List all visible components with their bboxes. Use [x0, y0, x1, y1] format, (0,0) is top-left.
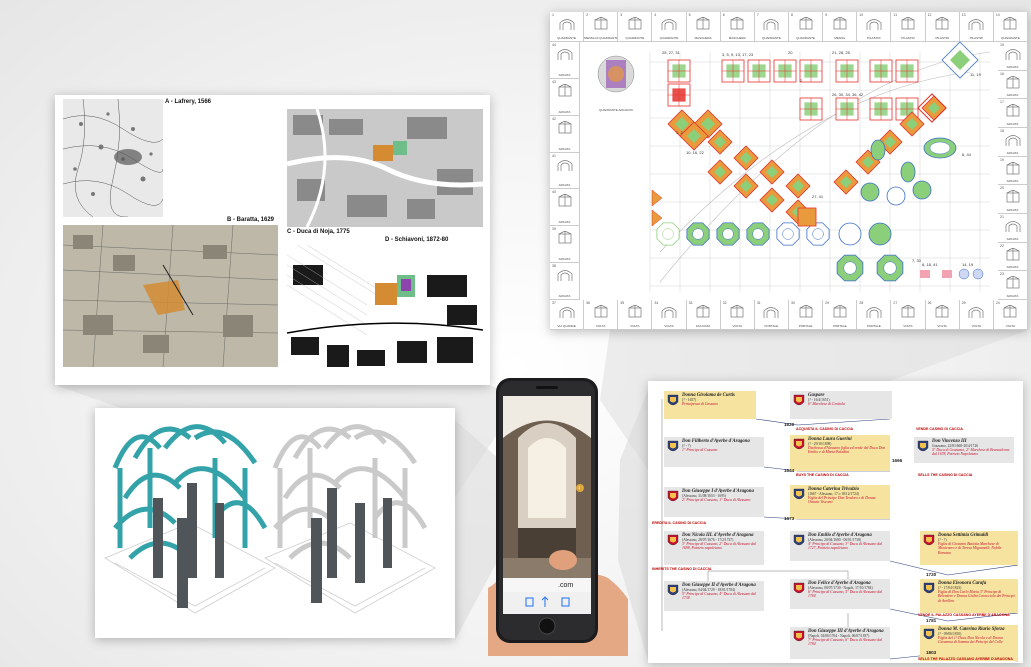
group-label: 2 [800, 78, 803, 83]
map-d-schiavoni [287, 245, 483, 380]
person-title: Principessa di Cassano [682, 402, 718, 406]
person-title: 3° Principe di Cassano, 2° Duca di Aless… [682, 542, 757, 551]
map-b-baratta [63, 225, 278, 367]
vault-elements-sheet: 1 QUADRANTE 2 MENSA DI QUADRANTE 3 QUADRANTE 4… [550, 12, 1028, 330]
person-card[interactable]: Donna Laura Guerini (? - 29/10/1698) Duche… [790, 435, 890, 471]
coat-of-arms-icon [667, 490, 679, 502]
person-card[interactable]: Don Emilio d'Ayerbe d'Aragona (Alessano, … [790, 531, 890, 561]
map-a-engraving [63, 99, 163, 217]
vault-3d-render [95, 408, 455, 638]
map-b-engraving [63, 225, 278, 367]
smartphone: .com 1 [488, 378, 628, 656]
geometry-diagram [649, 41, 991, 292]
person-title: 6° Marchese di Grottola [808, 402, 845, 406]
event-note: SELLS THE CASINO DI CACCIA [918, 473, 973, 477]
person-card[interactable]: Donna M. Caterina Riario Sforza (? - 09/0… [920, 625, 1018, 661]
person-title: 1° Principe di Cassano [682, 448, 718, 452]
person-title: 5° Principe di Cassano, 4° Duca di Aless… [682, 592, 757, 601]
map-a-lafrery [63, 99, 163, 217]
person-card[interactable]: Donna Girolama de Curtis (? - 1657) Princi… [664, 391, 756, 419]
person-title: 7° Principe di Cassano, 6° Duca di Aless… [808, 638, 883, 647]
coat-of-arms-icon [923, 582, 935, 594]
person-title: Figlia del 1° Duca Don Nicola e di Donna… [938, 636, 1003, 645]
person-card[interactable]: Don Giuseppe II d'Ayerbe d'Aragona (Aless… [664, 581, 764, 611]
phone-and-hand [488, 378, 628, 656]
year-marker: 1803 [926, 650, 937, 655]
map-label-b: B - Baratta, 1629 [227, 217, 275, 223]
group-label: 10, 16, 22 [686, 150, 704, 155]
coat-of-arms-icon [923, 534, 935, 546]
browser-url[interactable]: .com [558, 582, 573, 589]
person-title: 6° Principe di Cassano, 5° Duca di Aless… [808, 590, 883, 599]
group-label: 8, 18, 41 [922, 262, 938, 267]
ar-marker-label: 1 [578, 485, 581, 490]
year-marker: 1781 [926, 618, 937, 623]
year-marker: 1620 [784, 422, 795, 427]
event-note: INHERITS THE CASINO DI CACCIA [652, 567, 712, 571]
person-title: Duchessa d'Alessano figlia ed erede del … [808, 446, 886, 455]
year-marker: 1666 [892, 458, 903, 463]
person-card[interactable]: Don Giuseppe III d'Ayerbe d'Aragona (Napo… [790, 627, 890, 659]
person-card[interactable]: Don Filiberto d'Ayerbe d'Aragona (? - ?) 1… [664, 437, 764, 467]
person-card[interactable]: Don Nicola III. d'Ayerbe d'Aragona (Aless… [664, 531, 764, 565]
coat-of-arms-icon [667, 584, 679, 596]
coat-of-arms-icon [923, 628, 935, 640]
person-title: Figlia di Don Carlo Maria 3° Principe di… [938, 590, 1015, 603]
map-c-duca-di-noja [287, 109, 483, 227]
event-note: VENDE IL PALAZZO CASSANO AYERBE D'ARAGON… [918, 613, 1010, 617]
person-title: Figlia del Principe Don Teodoro e di Don… [808, 496, 876, 505]
group-label: 21, 28, 25 [832, 50, 850, 55]
year-marker: 1720 [926, 572, 937, 577]
person-card[interactable]: Don Giuseppe I d'Ayerbe d'Aragona (Alessa… [664, 487, 764, 517]
person-card[interactable]: Donna Caterina Trivulzio (1667 - Alessano… [790, 485, 890, 519]
map-label-c: C - Duca di Noja, 1775 [287, 229, 350, 235]
event-note: SELLS THE PALAZZO CASSANO AYERBE D'ARAGO… [918, 657, 1013, 661]
map-d-plan [287, 245, 483, 380]
coat-of-arms-icon [793, 488, 805, 500]
map-label-d: D - Schiavoni, 1872-80 [385, 237, 449, 243]
person-title: 5° Duca di Grazzano, 2° Marchese di Bran… [932, 448, 1010, 457]
coat-of-arms-icon [667, 534, 679, 546]
coat-of-arms-icon [793, 534, 805, 546]
vault-3d-model-panel [95, 408, 455, 638]
event-note: BUYS THE CASINO DI CACCIA [796, 473, 849, 477]
person-card[interactable]: Donna Settimia Grimaldi (? - ?) Figlia di … [920, 531, 1018, 565]
event-note: ACQUISTA IL CASINO DI CACCIA [796, 427, 854, 431]
person-card[interactable]: Don Felice d'Ayerbe d'Aragona (Alessano, … [790, 579, 890, 609]
group-label: 3, 5, 9, 13, 17, 23 [722, 52, 754, 57]
group-label: 7, 33 [912, 258, 921, 263]
coat-of-arms-icon [793, 438, 805, 450]
person-title: Figlia di Giovanni Battista Marchese di … [938, 542, 1002, 555]
year-marker: 1673 [784, 516, 795, 521]
group-label: 26, 30, 34, 36, 42 [832, 92, 864, 97]
person-title: 2° Principe di Cassano, 1° Duca di Aless… [682, 498, 751, 502]
map-label-a: A - Lafrery, 1566 [165, 99, 212, 105]
group-label: 14, 19 [962, 262, 974, 267]
group-label: 25, 27, 31 [662, 50, 680, 55]
event-note: VENDE CASINO DI CACCIA [916, 427, 963, 431]
coat-of-arms-icon [917, 440, 929, 452]
group-label: 6, 44 [962, 152, 971, 157]
coat-of-arms-icon [667, 440, 679, 452]
historic-maps-panel: A - Lafrery, 1566 B - Baratta, 1629 C - … [55, 95, 490, 385]
coat-of-arms-icon [793, 582, 805, 594]
map-c-engraving [287, 109, 483, 227]
group-label: 1, 2 [676, 130, 683, 135]
group-label: 20 [788, 50, 793, 55]
coat-of-arms-icon [793, 630, 805, 642]
group-label: 27, 41 [812, 194, 824, 199]
person-card[interactable]: Don Vincenzo III Grazzano, 22/8/1660-20/4… [914, 437, 1014, 463]
person-title: 4° Principe di Cassano, 3° Duca di Aless… [808, 542, 883, 551]
person-card[interactable]: Donna Eleonora Carafa (? - 17/04/1823) Fig… [920, 579, 1018, 613]
coat-of-arms-icon [793, 394, 805, 406]
event-note: EREDITA IL CASINO DI CACCIA [652, 521, 707, 525]
genealogy-tree-panel: Donna Girolama de Curtis (? - 1657) Princi… [648, 381, 1023, 663]
group-label: 11, 19 [970, 72, 981, 77]
person-name: Don Filiberto d'Ayerbe d'Aragona [682, 439, 750, 444]
person-card[interactable]: Gaspare (? - 16/4/1651) 6° Marchese di Gro… [790, 391, 892, 419]
year-marker: 1644 [784, 468, 795, 473]
coat-of-arms-icon [667, 394, 679, 406]
